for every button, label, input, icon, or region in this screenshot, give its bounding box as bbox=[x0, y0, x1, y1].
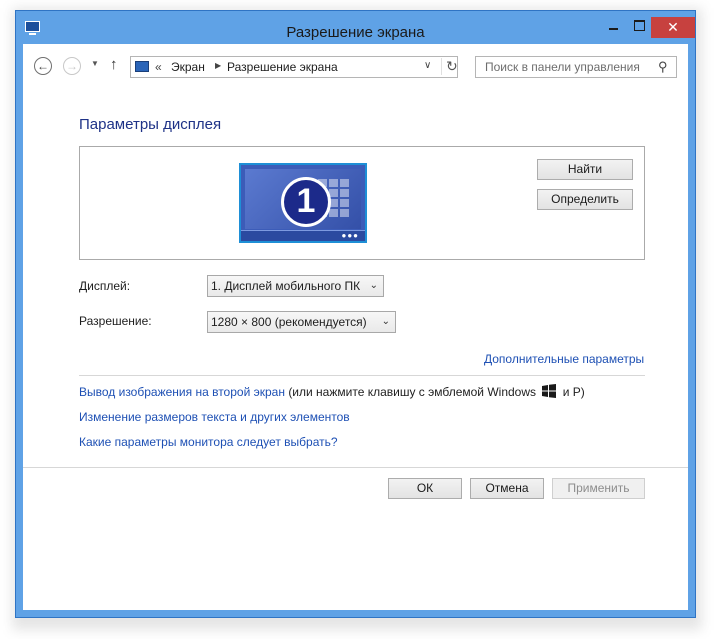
forward-icon[interactable]: → bbox=[63, 57, 81, 75]
resolution-select-value: 1280 × 800 (рекомендуется) bbox=[211, 315, 367, 329]
monitor-1-icon[interactable]: 1 ●●● bbox=[239, 163, 367, 243]
resize-text-link[interactable]: Изменение размеров текста и других элеме… bbox=[79, 410, 350, 424]
display-preview-area: 1 ●●● Найти Определить bbox=[79, 146, 645, 260]
minimize-icon bbox=[608, 27, 618, 30]
recent-pages-icon[interactable]: ▼ bbox=[91, 59, 99, 68]
minimize-button[interactable] bbox=[600, 15, 626, 35]
project-second-screen-link[interactable]: Вывод изображения на второй экран bbox=[79, 385, 285, 399]
advanced-settings-link[interactable]: Дополнительные параметры bbox=[484, 352, 644, 366]
display-select-value: 1. Дисплей мобильного ПК bbox=[211, 279, 361, 293]
title-bar[interactable]: Разрешение экрана ✕ bbox=[16, 11, 695, 44]
project-line: Вывод изображения на второй экран (или н… bbox=[79, 384, 585, 399]
search-input[interactable]: Поиск в панели управления ⚲ bbox=[475, 56, 677, 78]
monitor-taskbar: ●●● bbox=[241, 230, 365, 241]
divider bbox=[79, 375, 645, 376]
breadcrumb-separator-icon[interactable]: ▶ bbox=[215, 61, 221, 70]
monitor-dots: ●●● bbox=[341, 231, 359, 240]
monitor-screen: 1 bbox=[245, 169, 361, 229]
project-hint-text: (или нажмите клавишу с эмблемой Windows bbox=[288, 385, 537, 399]
up-icon[interactable]: ↑ bbox=[110, 56, 118, 73]
resolution-select[interactable]: 1280 × 800 (рекомендуется) ⌄ bbox=[207, 311, 396, 333]
display-select[interactable]: 1. Дисплей мобильного ПК ⌄ bbox=[207, 275, 384, 297]
address-dropdown-icon[interactable]: ∨ bbox=[424, 60, 431, 71]
windows-logo-icon bbox=[542, 384, 557, 398]
display-label: Дисплей: bbox=[79, 279, 131, 293]
maximize-button[interactable] bbox=[626, 15, 652, 35]
monitor-help-link[interactable]: Какие параметры монитора следует выбрать… bbox=[79, 435, 338, 449]
page-title: Параметры дисплея bbox=[79, 116, 222, 133]
address-bar[interactable]: « Экран ▶ Разрешение экрана ∨ ↻ bbox=[130, 56, 458, 78]
resolution-label: Разрешение: bbox=[79, 314, 152, 328]
chevron-down-icon: ⌄ bbox=[381, 316, 390, 327]
window-title: Разрешение экрана bbox=[286, 24, 425, 41]
find-button[interactable]: Найти bbox=[537, 159, 633, 180]
search-icon[interactable]: ⚲ bbox=[658, 59, 668, 75]
chevron-down-icon: ⌄ bbox=[369, 280, 378, 291]
back-icon[interactable]: ← bbox=[34, 57, 52, 75]
refresh-icon[interactable]: ↻ bbox=[441, 58, 458, 75]
apply-button[interactable]: Применить bbox=[552, 478, 645, 499]
ok-button[interactable]: ОК bbox=[388, 478, 462, 499]
search-placeholder: Поиск в панели управления bbox=[485, 60, 640, 74]
close-button[interactable]: ✕ bbox=[651, 17, 695, 38]
client-area: ← → ▼ ↑ « Экран ▶ Разрешение экрана ∨ ↻ … bbox=[23, 44, 688, 610]
maximize-icon bbox=[633, 20, 645, 32]
identify-button[interactable]: Определить bbox=[537, 189, 633, 210]
project-hint-suffix: и P) bbox=[562, 385, 585, 399]
window: Разрешение экрана ✕ ← → ▼ ↑ « Экран ▶ Ра… bbox=[15, 10, 696, 618]
control-panel-icon bbox=[135, 61, 149, 72]
breadcrumb-overflow[interactable]: « bbox=[155, 60, 162, 74]
footer-divider bbox=[23, 467, 688, 468]
breadcrumb-item-resolution[interactable]: Разрешение экрана bbox=[227, 60, 338, 74]
monitor-number: 1 bbox=[281, 177, 331, 227]
breadcrumb-item-screen[interactable]: Экран bbox=[171, 60, 205, 74]
cancel-button[interactable]: Отмена bbox=[470, 478, 544, 499]
